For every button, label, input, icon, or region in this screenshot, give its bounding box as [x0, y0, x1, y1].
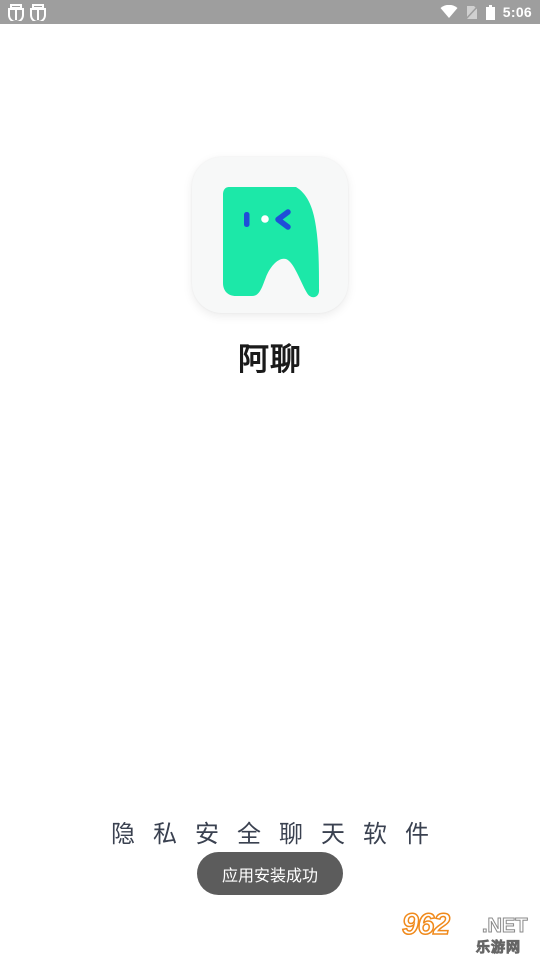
site-watermark: 962 .NET 乐游网: [400, 906, 536, 956]
app-logo-icon: [192, 157, 348, 313]
battery-icon: [485, 4, 495, 20]
install-success-toast: 应用安装成功: [197, 852, 343, 895]
watermark-number: 962: [401, 907, 451, 942]
wifi-icon: [440, 5, 458, 19]
status-right-icons: 5:06: [440, 0, 532, 24]
watermark-site-name: 乐游网: [476, 940, 521, 957]
status-time: 5:06: [502, 4, 532, 20]
slogan-text: 隐私安全聊天软件: [111, 820, 447, 848]
debug-bug-icon: [8, 3, 24, 21]
app-name: 阿聊: [238, 342, 302, 378]
status-left-icons: [8, 3, 46, 21]
watermark-suffix: .NET: [482, 915, 529, 938]
debug-bug-icon: [30, 3, 46, 21]
status-bar: 5:06: [0, 0, 540, 24]
splash-screen: 5:06 阿聊 隐私安全聊天软件 应用安装成功 962 .NET 乐游网: [0, 0, 540, 960]
no-sim-icon: [465, 4, 478, 20]
